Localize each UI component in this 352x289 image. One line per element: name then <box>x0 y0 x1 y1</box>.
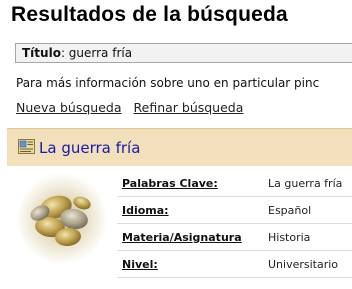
coins-image <box>16 173 108 265</box>
subject-value: Historia <box>268 230 311 244</box>
language-value: Español <box>268 203 312 217</box>
query-label: Título <box>22 46 61 60</box>
page-title: Resultados de la búsqueda <box>11 3 288 26</box>
level-label: Nivel: <box>122 257 158 271</box>
keywords-label: Palabras Clave: <box>122 176 218 190</box>
query-value: guerra fría <box>68 46 133 60</box>
search-links: Nueva búsqueda Refinar búsqueda <box>16 100 243 115</box>
document-icon <box>18 139 35 154</box>
detail-row-level: Nivel: Universitario <box>117 251 352 278</box>
level-value: Universitario <box>268 257 339 271</box>
subject-label: Materia/Asignatura <box>122 230 242 244</box>
language-label: Idioma: <box>122 203 169 217</box>
keywords-value: La guerra fría <box>268 176 343 190</box>
result-header: La guerra fría <box>7 128 352 166</box>
detail-row-keywords: Palabras Clave: La guerra fría <box>117 170 352 197</box>
info-text: Para más información sobre uno en partic… <box>16 76 320 90</box>
refine-search-link[interactable]: Refinar búsqueda <box>134 100 244 115</box>
detail-row-language: Idioma: Español <box>117 197 352 224</box>
result-title-link[interactable]: La guerra fría <box>39 139 140 157</box>
detail-row-subject: Materia/Asignatura Historia <box>117 224 352 251</box>
search-query-summary: Título: guerra fría <box>15 43 352 63</box>
new-search-link[interactable]: Nueva búsqueda <box>16 100 122 115</box>
result-details-table: Palabras Clave: La guerra fría Idioma: E… <box>117 170 352 278</box>
